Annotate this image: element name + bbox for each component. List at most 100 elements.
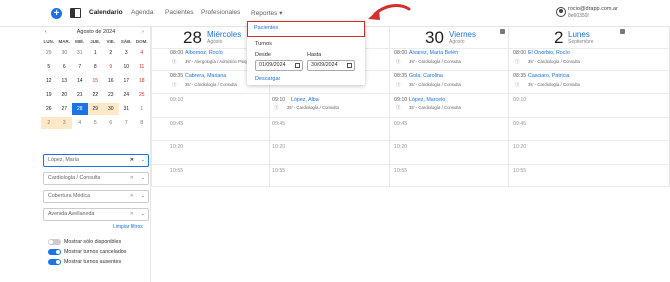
calendar-day[interactable]: 13	[57, 75, 73, 87]
nav-calendario[interactable]: Calendario	[89, 9, 123, 16]
desde-date-input[interactable]: 01/09/2024	[255, 60, 303, 71]
calendar-day[interactable]: 19	[41, 89, 57, 101]
calendar-day[interactable]: 30	[103, 103, 119, 115]
chevron-down-icon[interactable]: ⌄	[141, 209, 145, 220]
slot-time[interactable]: 10:20	[272, 144, 285, 150]
row-divider	[151, 140, 670, 141]
calendar-day[interactable]: 27	[57, 103, 73, 115]
descargar-link[interactable]: Descargar	[255, 76, 280, 82]
calendar-day[interactable]: 3	[56, 117, 72, 129]
chevron-down-icon[interactable]: ⌄	[141, 191, 145, 202]
calendar-day[interactable]: 8	[88, 61, 104, 73]
lock-icon[interactable]	[500, 29, 505, 34]
calendar-icon[interactable]	[295, 63, 300, 68]
calendar-day[interactable]: 31	[119, 103, 135, 115]
calendar-day[interactable]: 2	[41, 117, 57, 129]
slot-time[interactable]: 09:45	[170, 121, 183, 127]
calendar-day[interactable]: 16	[103, 75, 119, 87]
info-icon: ⓘ	[515, 59, 520, 64]
hasta-date-input[interactable]: 30/09/2024	[307, 60, 355, 71]
user-icon[interactable]	[556, 7, 566, 17]
calendar-day[interactable]: 25	[134, 89, 150, 101]
slot-time[interactable]: 10:55	[272, 168, 285, 174]
event-patient[interactable]: Gola, Carolina	[409, 73, 443, 79]
calendar-day[interactable]: 28	[72, 103, 88, 115]
slot-time[interactable]: 09:10	[170, 97, 183, 103]
slot-time[interactable]: 09:45	[513, 121, 526, 127]
calendar-day[interactable]: 7	[72, 61, 88, 73]
calendar-day[interactable]: 8	[134, 117, 150, 129]
professional-select[interactable]: López, María ✕ ⌄	[43, 154, 149, 167]
calendar-day[interactable]: 20	[57, 89, 73, 101]
calendar-day[interactable]: 12	[41, 75, 57, 87]
chevron-down-icon[interactable]: ⌄	[141, 173, 145, 184]
slot-time[interactable]: 10:55	[170, 168, 183, 174]
toggle-ausentes[interactable]	[48, 259, 61, 265]
event-patient[interactable]: Albornoz, Rocío	[185, 50, 223, 56]
slot-time[interactable]: 09:45	[394, 121, 407, 127]
clear-icon[interactable]: ✕	[130, 155, 134, 166]
chevron-down-icon[interactable]: ⌄	[141, 155, 145, 166]
location-select[interactable]: Avenida Avellaneda ✕ ⌄	[43, 208, 149, 221]
calendar-day[interactable]: 29	[41, 47, 57, 59]
calendar-day[interactable]: 6	[103, 117, 119, 129]
calendar-day[interactable]: 17	[119, 75, 135, 87]
event-patient[interactable]: López, Alba	[291, 97, 319, 103]
nav-reportes[interactable]: Reportes ▾	[251, 9, 282, 17]
nav-pacientes[interactable]: Pacientes	[165, 9, 194, 16]
lock-icon[interactable]	[620, 29, 625, 34]
coverage-select[interactable]: Cobertura Médica ✕ ⌄	[43, 190, 149, 203]
calendar-day[interactable]: 18	[134, 75, 150, 87]
calendar-day[interactable]: 4	[134, 47, 150, 59]
add-icon[interactable]: +	[51, 8, 62, 19]
sidebar-toggle-icon[interactable]	[70, 8, 81, 18]
calendar-day[interactable]: 6	[57, 61, 73, 73]
calendar-day[interactable]: 4	[72, 117, 88, 129]
calendar-day[interactable]: 31	[72, 47, 88, 59]
calendar-day[interactable]: 15	[88, 75, 104, 87]
calendar-day[interactable]: 10	[119, 61, 135, 73]
specialty-select[interactable]: Cardiología / Consulta ✕ ⌄	[43, 172, 149, 185]
calendar-day[interactable]: 7	[119, 117, 135, 129]
calendar-day[interactable]: 5	[88, 117, 104, 129]
slot-time[interactable]: 10:20	[170, 144, 183, 150]
clear-icon[interactable]: ✕	[130, 173, 134, 184]
slot-time[interactable]: 10:55	[394, 168, 407, 174]
event-patient[interactable]: El Onorbio, Rocío	[528, 50, 570, 56]
calendar-day[interactable]: 3	[119, 47, 135, 59]
event-patient[interactable]: López, Marcelo	[409, 97, 445, 103]
menu-item-pacientes[interactable]: Pacientes	[247, 21, 365, 37]
nav-profesionales[interactable]: Profesionales	[201, 9, 240, 16]
slot-time[interactable]: 09:10	[513, 97, 526, 103]
calendar-day[interactable]: 24	[119, 89, 135, 101]
event-patient[interactable]: Cabrera, Mariana	[185, 73, 226, 79]
nav-agenda[interactable]: Agenda	[131, 9, 153, 16]
calendar-day[interactable]: 1	[134, 103, 150, 115]
calendar-day[interactable]: 26	[41, 103, 57, 115]
calendar-icon[interactable]	[347, 63, 352, 68]
calendar-day[interactable]: 11	[134, 61, 150, 73]
calendar-day[interactable]: 5	[41, 61, 57, 73]
calendar-day[interactable]: 30	[57, 47, 73, 59]
clear-icon[interactable]: ✕	[130, 209, 134, 220]
calendar-day[interactable]: 22	[88, 89, 104, 101]
calendar-day[interactable]: 9	[103, 61, 119, 73]
slot-time[interactable]: 09:45	[272, 121, 285, 127]
toggle-cancelados[interactable]	[48, 249, 61, 255]
calendar-day[interactable]: 29	[87, 103, 103, 115]
clear-icon[interactable]: ✕	[130, 191, 134, 202]
calendar-day[interactable]: 2	[103, 47, 119, 59]
calendar-day[interactable]: 1	[88, 47, 104, 59]
calendar-day[interactable]: 14	[72, 75, 88, 87]
slot-time[interactable]: 10:55	[513, 168, 526, 174]
slot-time[interactable]: 10:20	[394, 144, 407, 150]
next-month-icon[interactable]: ›	[142, 29, 144, 35]
event-detail: 35' - Cardiología / Consulta	[528, 82, 580, 87]
calendar-day[interactable]: 23	[103, 89, 119, 101]
slot-time[interactable]: 10:20	[513, 144, 526, 150]
toggle-disponibles[interactable]	[48, 239, 61, 245]
event-patient[interactable]: Casciaro, Patricia	[528, 73, 570, 79]
clear-filters-link[interactable]: Limpiar filtros	[113, 224, 143, 230]
calendar-day[interactable]: 21	[72, 89, 88, 101]
event-patient[interactable]: Álvarez, María Belén	[409, 50, 458, 56]
